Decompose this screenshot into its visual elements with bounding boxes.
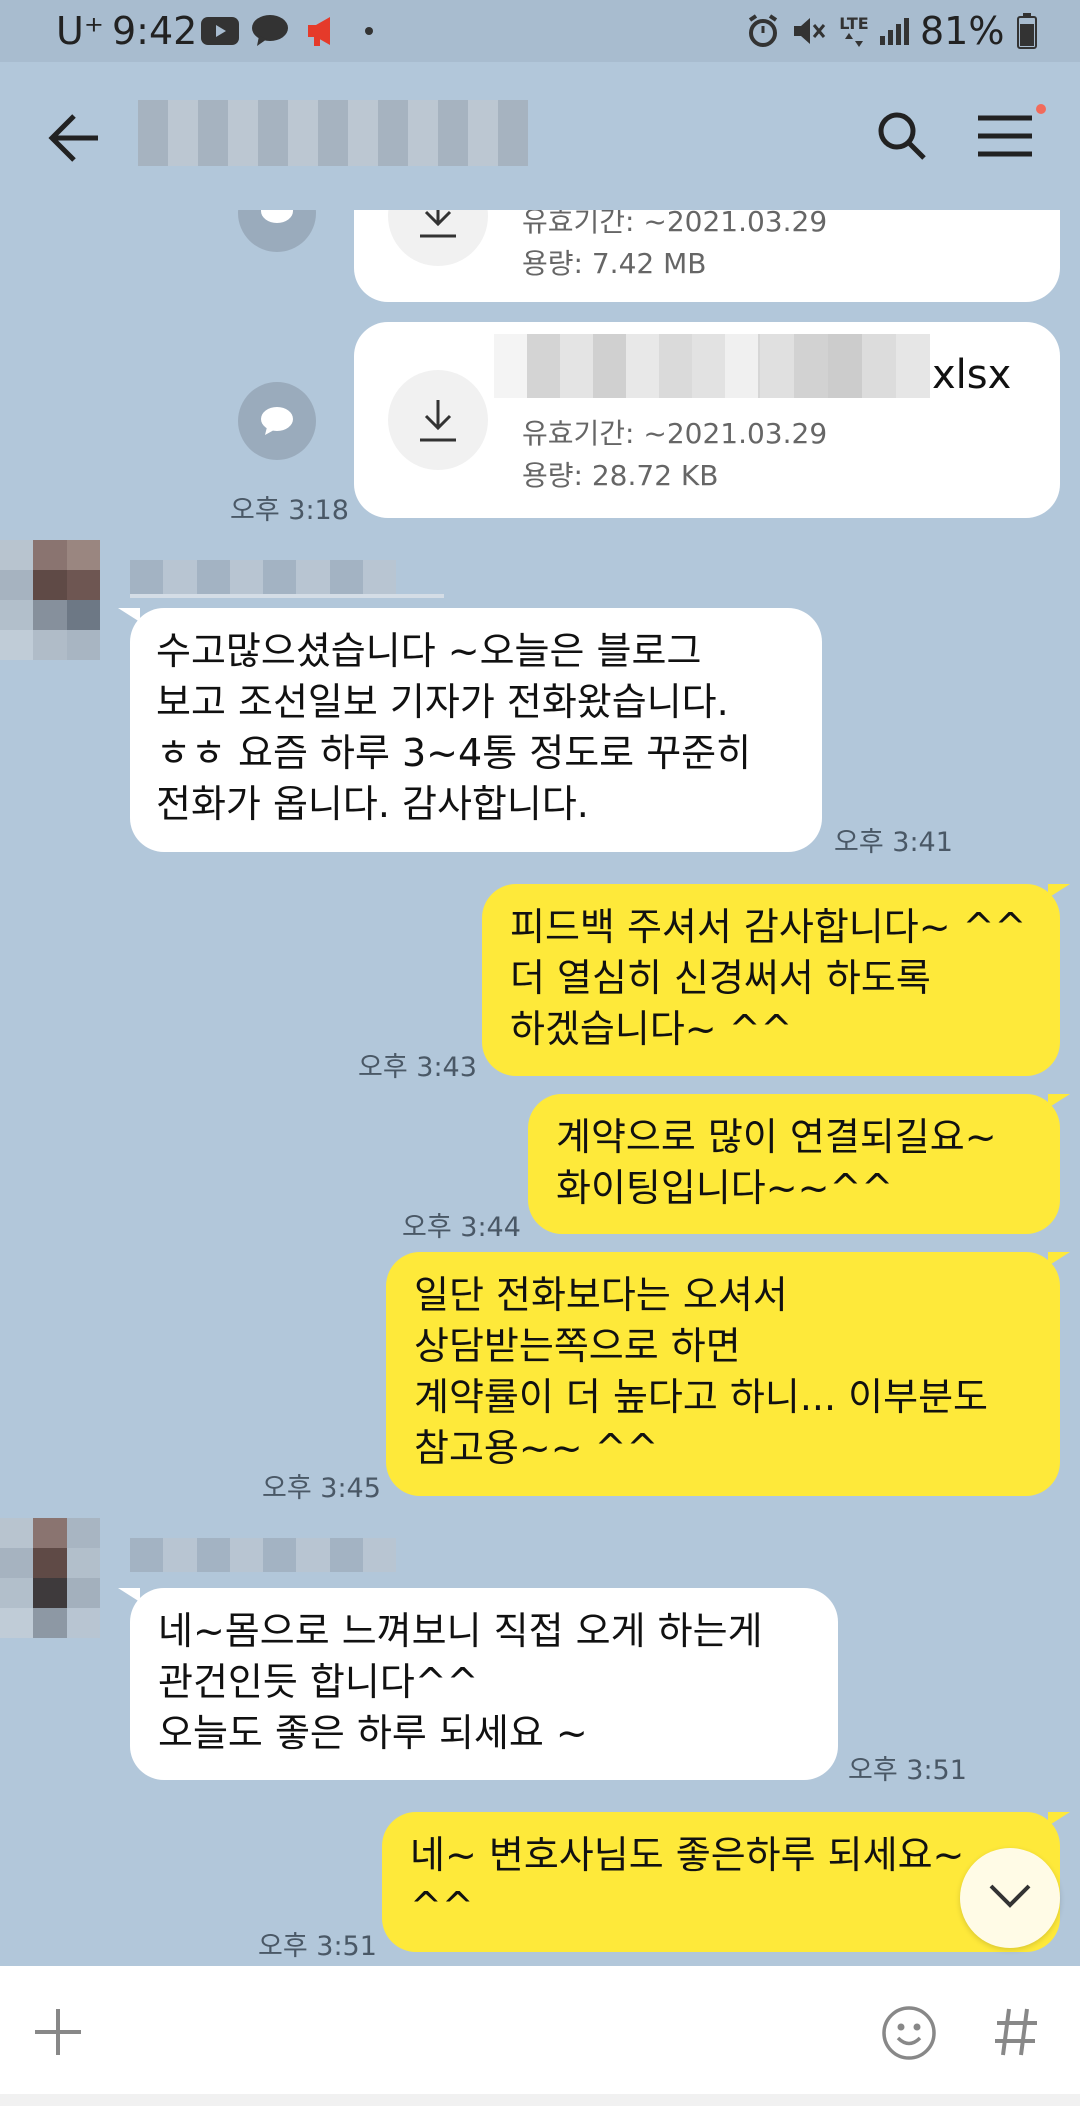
talk-icon [250, 13, 290, 49]
message-time: 오후 3:43 [358, 1052, 477, 1083]
message-bubble-outgoing[interactable]: 일단 전화보다는 오셔서 상담받는쪽으로 하면 계약률이 더 높다고 하니...… [386, 1252, 1060, 1496]
message-bubble-outgoing[interactable]: 피드백 주셔서 감사합니다~ ^^ 더 열심히 신경써서 하도록 하겠습니다~ … [482, 884, 1060, 1076]
battery-icon [1014, 13, 1040, 49]
dot-icon [362, 13, 376, 49]
message-time: 오후 3:51 [848, 1755, 967, 1786]
avatar[interactable] [0, 540, 100, 660]
sender-name-redacted [130, 1538, 396, 1572]
file-message-icon [238, 210, 316, 252]
file-card-1-clip: 유효기간: ~2021.03.29 용량: 7.42 MB [0, 210, 1080, 310]
download-icon[interactable] [388, 210, 488, 266]
scroll-to-bottom-button[interactable] [960, 1848, 1060, 1948]
system-nav-strip [0, 2094, 1080, 2106]
signal-icon [878, 13, 910, 49]
file-card-2[interactable]: xlsx 유효기간: ~2021.03.29 용량: 28.72 KB [354, 322, 1060, 518]
lte-label: LTE [839, 14, 869, 33]
chevron-down-icon [988, 1883, 1032, 1913]
alarm-icon [744, 13, 782, 49]
status-bar: U⁺ 9:42 LTE 81% [0, 0, 1080, 62]
plus-icon[interactable] [32, 2006, 84, 2058]
avatar[interactable] [0, 1518, 100, 1638]
file-size: 용량: 28.72 KB [522, 459, 719, 492]
chat-title-redacted [138, 100, 528, 166]
message-input-bar [0, 1966, 1080, 2094]
status-time: 9:42 [112, 9, 198, 53]
message-time: 오후 3:45 [262, 1473, 381, 1504]
message-time: 오후 3:44 [402, 1212, 521, 1243]
bubble-tail [1048, 884, 1070, 898]
file-extension: xlsx [932, 352, 1012, 398]
message-input[interactable] [110, 1986, 850, 2074]
bubble-tail [1048, 1252, 1070, 1266]
filename-redacted-2 [760, 334, 930, 398]
download-icon[interactable] [388, 370, 488, 470]
message-bubble-incoming[interactable]: 수고많으셨습니다 ~오늘은 블로그 보고 조선일보 기자가 전화왔습니다. ㅎㅎ… [130, 608, 822, 852]
back-arrow-icon[interactable] [46, 112, 102, 164]
youtube-icon [200, 13, 240, 49]
message-bubble-outgoing[interactable]: 네~ 변호사님도 좋은하루 되세요~ ^^ [382, 1812, 1060, 1952]
file-expiry: 유효기간: ~2021.03.29 [522, 417, 828, 450]
bubble-tail [1048, 1812, 1070, 1826]
message-time: 오후 3:18 [230, 495, 349, 526]
message-bubble-outgoing[interactable]: 계약으로 많이 연결되길요~ 화이팅입니다~~^^ [528, 1094, 1060, 1234]
file-message-icon [238, 382, 316, 460]
file-expiry: 유효기간: ~2021.03.29 [522, 210, 828, 238]
megaphone-icon [302, 13, 342, 49]
mute-icon [790, 13, 828, 49]
message-time: 오후 3:51 [258, 1931, 377, 1962]
name-underline [130, 594, 444, 598]
menu-icon[interactable] [976, 104, 1046, 162]
carrier-label: U⁺ [56, 9, 104, 53]
battery-percent: 81% [920, 9, 1005, 53]
message-time: 오후 3:41 [834, 827, 953, 858]
search-icon[interactable] [876, 110, 928, 162]
bubble-tail [1048, 1094, 1070, 1108]
file-size: 용량: 7.42 MB [522, 247, 707, 280]
chat-header [0, 62, 1080, 210]
sender-name-redacted [130, 560, 396, 594]
message-bubble-incoming[interactable]: 네~몸으로 느껴보니 직접 오게 하는게 관건인듯 합니다^^ 오늘도 좋은 하… [130, 1588, 838, 1780]
emoji-icon[interactable] [880, 2004, 938, 2062]
menu-badge [1036, 104, 1046, 114]
lte-icon: LTE [834, 13, 874, 49]
hashtag-icon[interactable] [990, 2006, 1042, 2058]
file-card-1[interactable]: 유효기간: ~2021.03.29 용량: 7.42 MB [354, 210, 1060, 302]
